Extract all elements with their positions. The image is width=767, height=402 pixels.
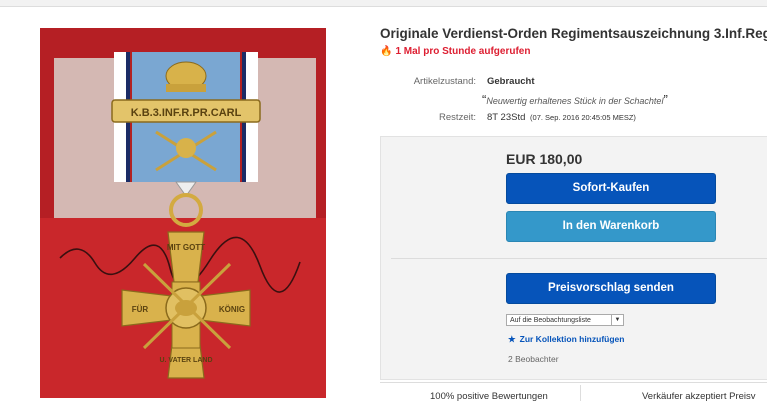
- add-to-cart-button[interactable]: In den Warenkorb: [506, 211, 716, 242]
- medal-text-bottom: U. VATER LAND: [159, 357, 212, 364]
- condition-note-text: Neuwertig erhaltenes Stück in der Schach…: [486, 96, 664, 106]
- star-icon: ★: [508, 334, 516, 344]
- medal-text-top: MIT GOTT: [167, 243, 205, 252]
- add-collection-text: Zur Kollektion hinzufügen: [519, 334, 625, 344]
- make-offer-button[interactable]: Preisvorschlag senden: [506, 273, 716, 304]
- condition-label: Artikelzustand:: [413, 76, 476, 87]
- view-count-text: 1 Mal pro Stunde aufgerufen: [395, 46, 531, 57]
- time-left-remaining: 8T 23Std: [487, 112, 526, 123]
- chevron-down-icon[interactable]: ▼: [611, 315, 623, 325]
- condition-note: “Neuwertig erhaltenes Stück in der Schac…: [482, 92, 668, 107]
- watchlist-select-value: Auf die Beobachtungsliste: [510, 317, 591, 324]
- medal-text-left: FÜR: [132, 305, 149, 314]
- buybox-divider: [391, 258, 767, 259]
- medal-photo-illustration: K.B.3.INF.R.PR.CARL MIT GOTT FÜR KÖNIG U…: [40, 28, 326, 398]
- add-collection-link[interactable]: ★ Zur Kollektion hinzufügen: [508, 334, 624, 345]
- seller-feedback[interactable]: 100% positive Bewertungen: [430, 391, 548, 402]
- medal-text-right: KÖNIG: [219, 305, 245, 314]
- top-nav-strip: [0, 0, 767, 7]
- item-photo[interactable]: K.B.3.INF.R.PR.CARL MIT GOTT FÜR KÖNIG U…: [40, 28, 326, 398]
- seller-accepts-offers: Verkäufer akzeptiert Preisv: [642, 391, 756, 402]
- seller-info-strip: 100% positive Bewertungen Verkäufer akze…: [380, 382, 767, 402]
- item-photo-area: K.B.3.INF.R.PR.CARL MIT GOTT FÜR KÖNIG U…: [0, 20, 368, 400]
- buy-now-button[interactable]: Sofort-Kaufen: [506, 173, 716, 204]
- watch-count: 2 Beobachter: [508, 354, 559, 364]
- bar-engraving: K.B.3.INF.R.PR.CARL: [131, 107, 242, 119]
- listing-title: Originale Verdienst-Orden Regimentsausze…: [380, 26, 767, 41]
- condition-value: Gebraucht: [487, 76, 535, 87]
- watchlist-select[interactable]: Auf die Beobachtungsliste ▼: [506, 314, 624, 326]
- strip-divider: [580, 385, 581, 401]
- price: EUR 180,00: [506, 151, 583, 167]
- buy-box: EUR 180,00 Sofort-Kaufen In den Warenkor…: [380, 136, 767, 380]
- time-left-value: 8T 23Std (07. Sep. 2016 20:45:05 MESZ): [487, 112, 636, 123]
- flame-icon: 🔥: [380, 46, 393, 57]
- time-left-label: Restzeit:: [439, 112, 476, 123]
- view-count-alert: 🔥 1 Mal pro Stunde aufgerufen: [380, 46, 530, 57]
- time-left-end: (07. Sep. 2016 20:45:05 MESZ): [530, 113, 636, 122]
